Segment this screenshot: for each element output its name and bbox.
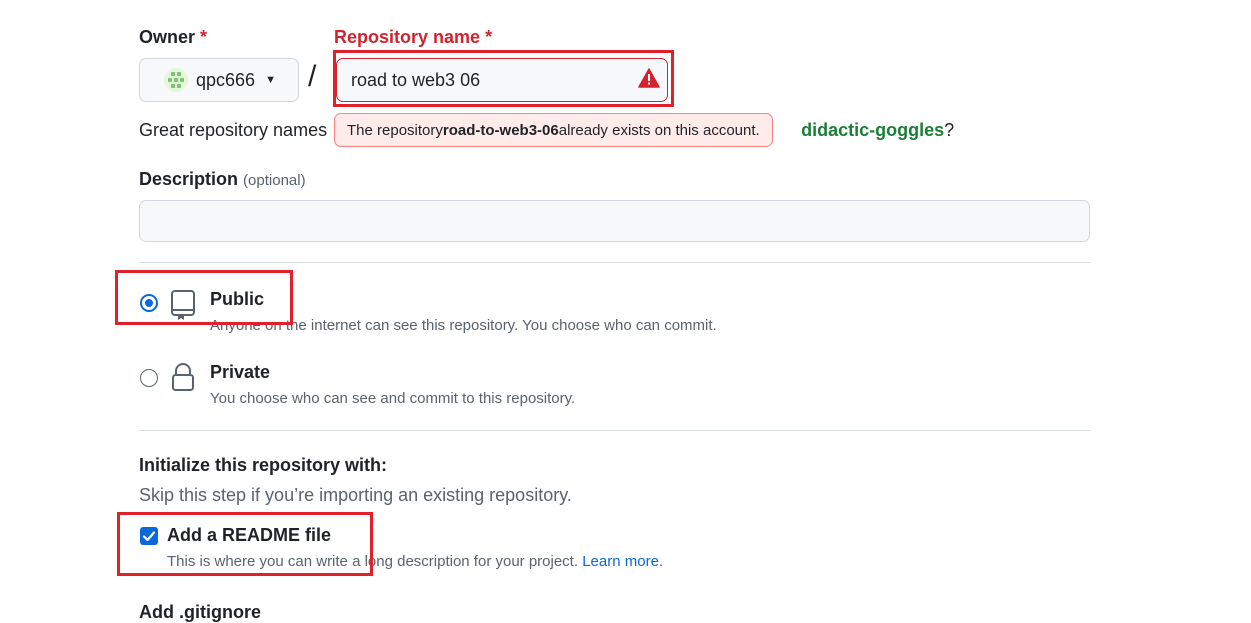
description-label: Description (optional): [139, 169, 306, 189]
repo-name-label: Repository name *: [334, 27, 493, 47]
readme-description: This is where you can write a long descr…: [167, 553, 664, 570]
suggested-name-link[interactable]: didactic-goggles: [801, 120, 944, 140]
public-radio[interactable]: [140, 294, 158, 312]
readme-checkbox[interactable]: [140, 527, 158, 545]
repo-exists-error: The repository road-to-web3-06 already e…: [334, 113, 773, 147]
repo-icon: [170, 289, 196, 326]
divider: [139, 430, 1090, 431]
divider: [139, 262, 1090, 263]
init-subheading: Skip this step if you’re importing an ex…: [139, 485, 572, 505]
description-input[interactable]: [139, 200, 1090, 242]
owner-dropdown[interactable]: qpc666 ▼: [139, 58, 299, 102]
private-radio[interactable]: [140, 369, 158, 387]
owner-name: qpc666: [196, 69, 256, 90]
learn-more-link[interactable]: Learn more.: [582, 553, 663, 570]
public-description: Anyone on the internet can see this repo…: [210, 317, 717, 334]
check-icon: [142, 531, 156, 542]
repo-name-input[interactable]: [336, 58, 668, 102]
alert-icon: [638, 68, 660, 93]
caret-down-icon: ▼: [265, 74, 276, 86]
init-heading: Initialize this repository with:: [139, 455, 388, 475]
avatar: [164, 68, 188, 92]
private-description: You choose who can see and commit to thi…: [210, 390, 576, 407]
owner-repo-separator: /: [308, 60, 317, 93]
readme-label[interactable]: Add a README file: [167, 525, 331, 546]
public-title[interactable]: Public: [210, 289, 264, 310]
gitignore-label: Add .gitignore: [139, 602, 261, 622]
private-title[interactable]: Private: [210, 362, 270, 383]
owner-label: Owner *: [139, 27, 208, 47]
lock-icon: [171, 362, 195, 397]
